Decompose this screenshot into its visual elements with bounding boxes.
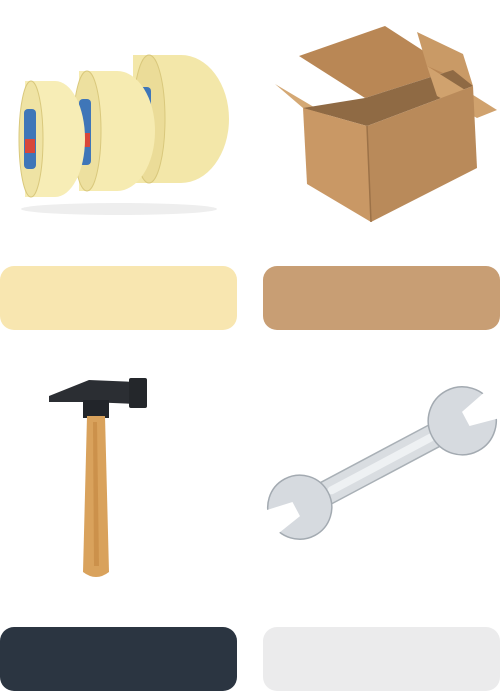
cardboard-box-icon	[274, 26, 497, 223]
color-swatch-box[interactable]	[263, 266, 500, 330]
cardboard-box-image[interactable]	[263, 6, 500, 236]
color-swatch-hammer[interactable]	[0, 627, 237, 691]
hammer-icon	[48, 378, 147, 577]
hammer-image[interactable]	[0, 352, 237, 582]
masking-tape-image[interactable]	[0, 12, 237, 242]
wrench-icon	[263, 386, 500, 540]
color-swatch-tape[interactable]	[0, 266, 237, 330]
masking-tape-icon	[18, 54, 229, 215]
wrench-image[interactable]	[263, 352, 500, 582]
color-swatch-wrench[interactable]	[263, 627, 500, 691]
